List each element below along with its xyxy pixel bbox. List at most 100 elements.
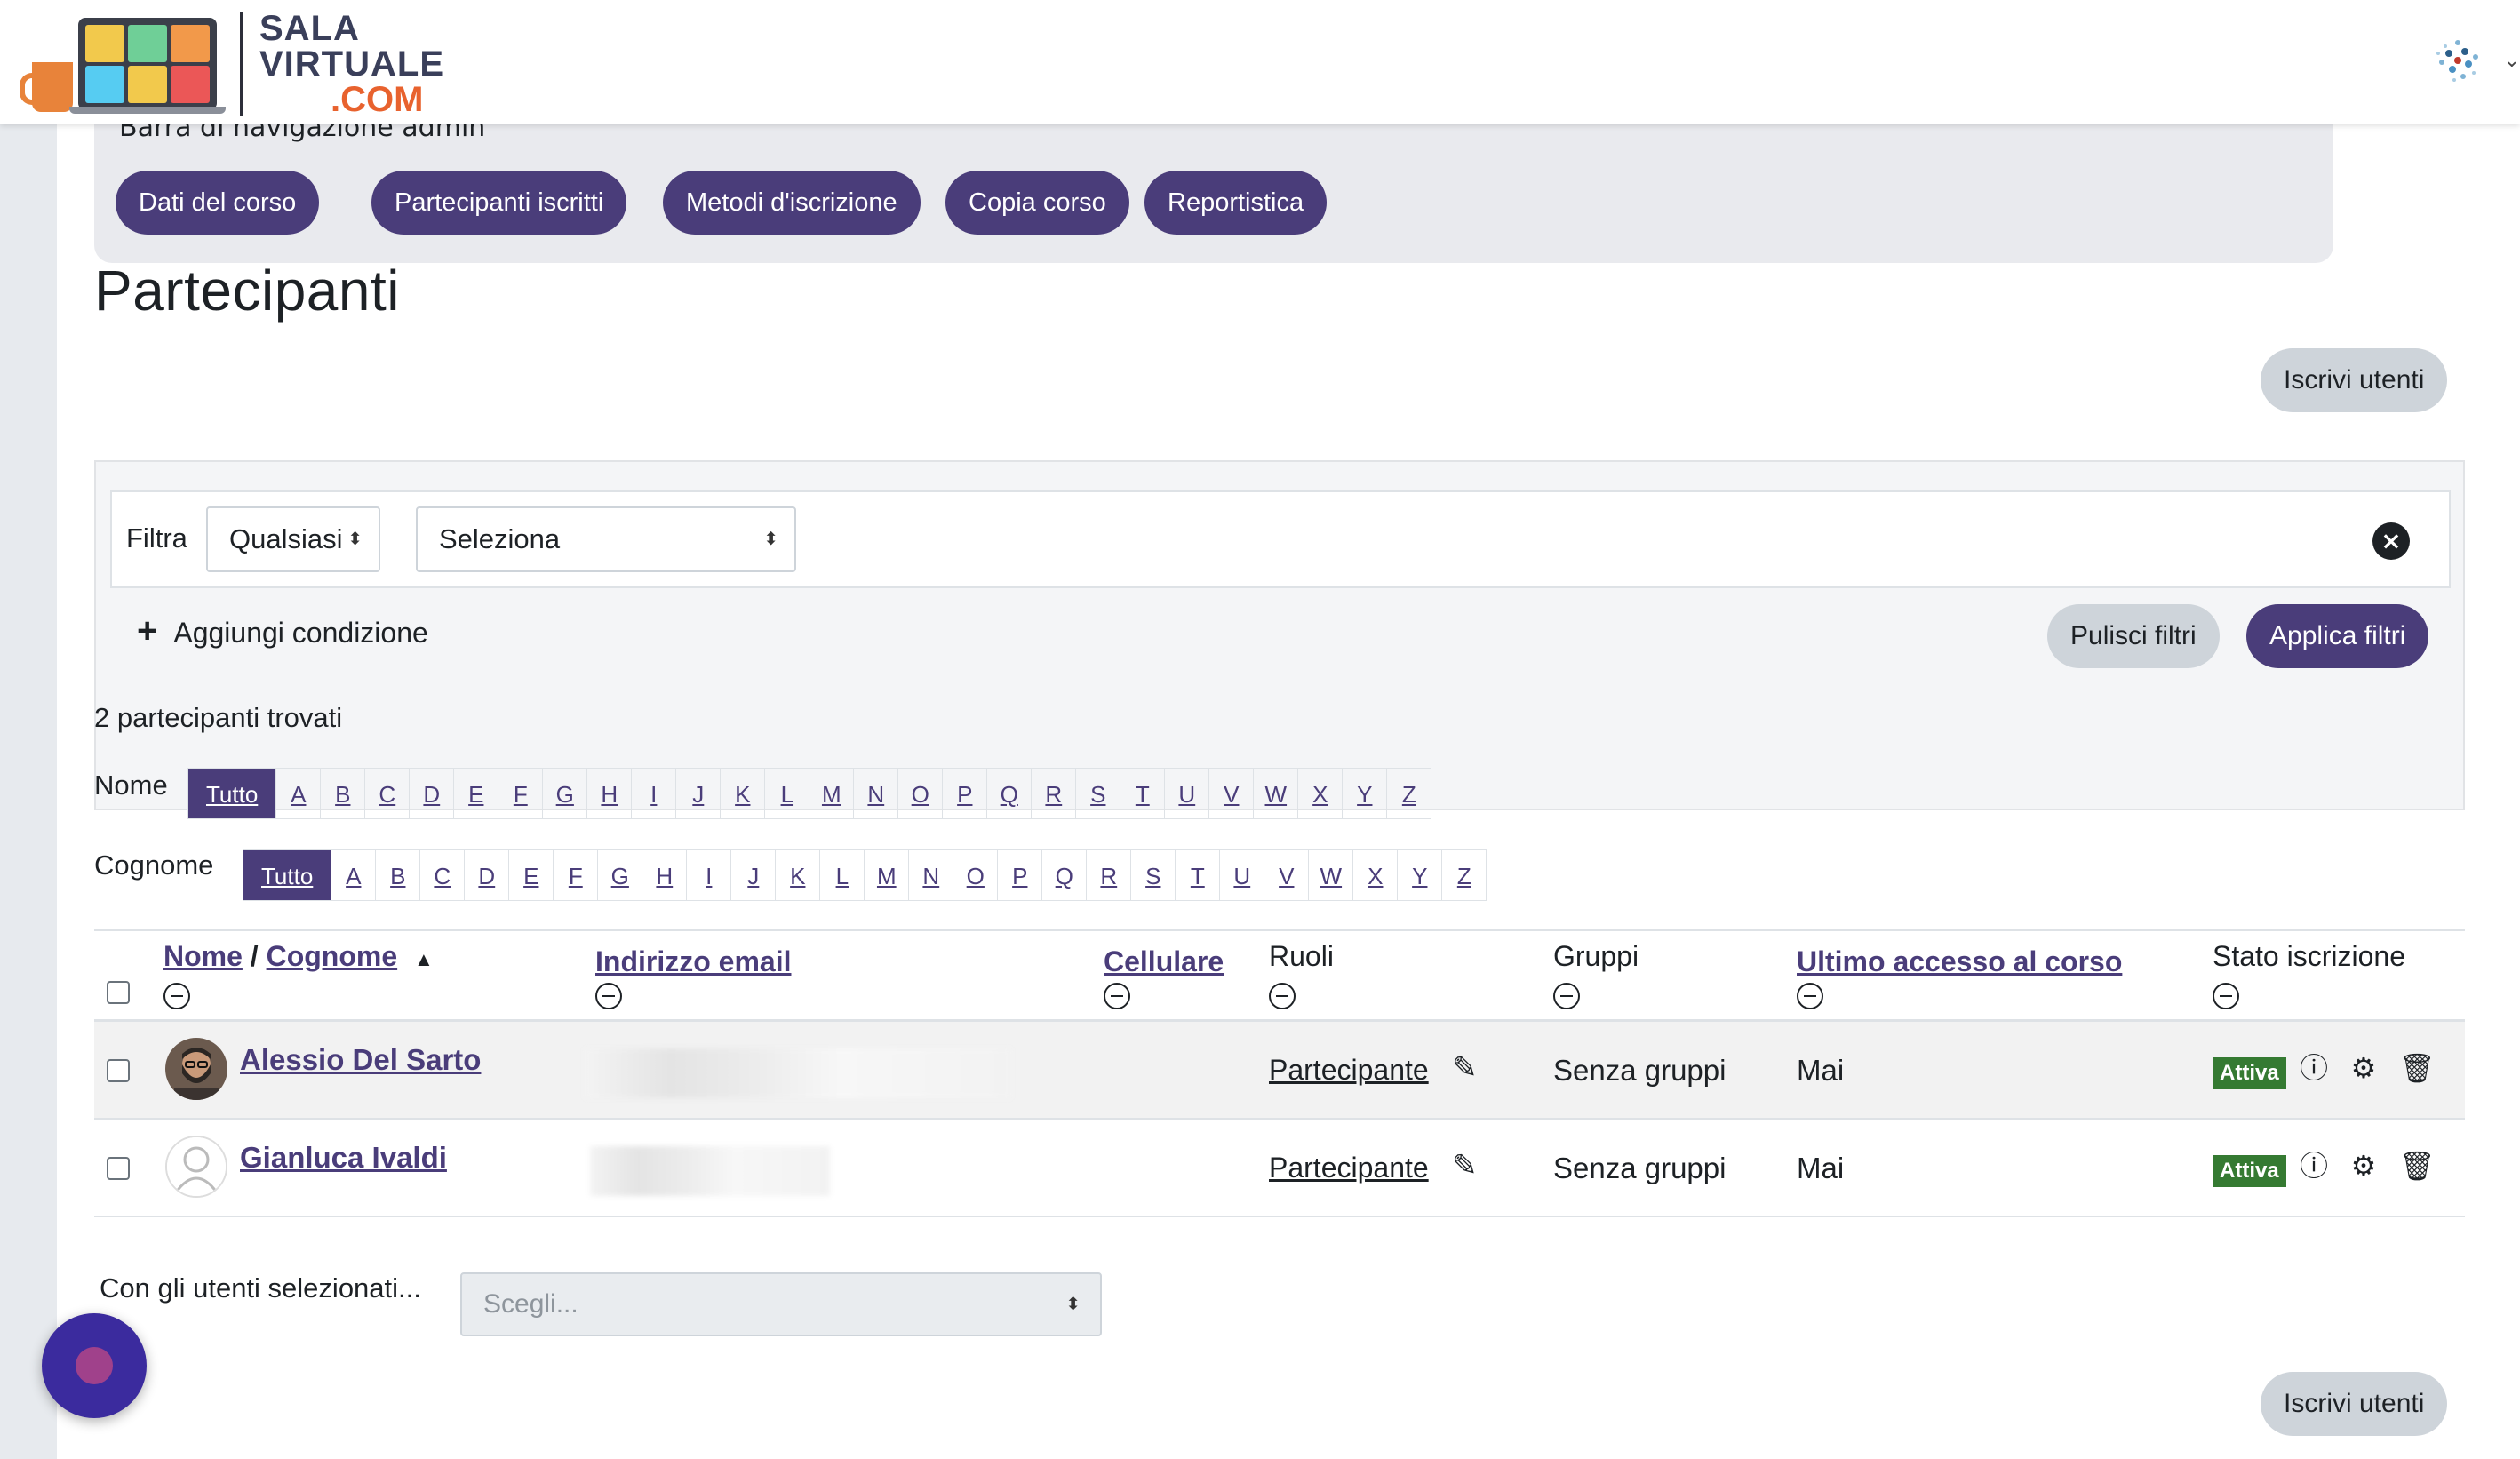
filter-match-select[interactable]: Qualsiasi ⬍ <box>206 506 380 572</box>
chat-widget-button[interactable] <box>42 1313 147 1418</box>
first-initial-letter-f[interactable]: F <box>498 768 544 819</box>
last-initial-letter-d[interactable]: D <box>464 849 510 901</box>
enrol-users-button-bottom[interactable]: Iscrivi utenti <box>2261 1372 2448 1436</box>
first-initial-letter-u[interactable]: U <box>1164 768 1210 819</box>
role-link[interactable]: Partecipante <box>1269 1054 1429 1087</box>
filter-type-select[interactable]: Seleziona ⬍ <box>416 506 796 572</box>
first-initial-letter-n[interactable]: N <box>853 768 899 819</box>
first-initial-letter-j[interactable]: J <box>675 768 722 819</box>
edit-pencil-icon[interactable]: ✎ <box>1452 1148 1478 1184</box>
nav-copy-course[interactable]: Copia corso <box>945 171 1129 235</box>
last-initial-letter-w[interactable]: W <box>1308 849 1354 901</box>
edit-pencil-icon[interactable]: ✎ <box>1452 1050 1478 1086</box>
enrol-users-button[interactable]: Iscrivi utenti <box>2261 348 2448 412</box>
collapse-column-icon[interactable] <box>1553 983 1580 1009</box>
gear-icon[interactable]: ⚙ <box>2348 1150 2380 1182</box>
last-initial-letter-v[interactable]: V <box>1264 849 1310 901</box>
nav-enrolled-participants[interactable]: Partecipanti iscritti <box>371 171 627 235</box>
first-initial-letter-e[interactable]: E <box>453 768 499 819</box>
first-initial-letter-o[interactable]: O <box>897 768 944 819</box>
first-initial-letter-r[interactable]: R <box>1031 768 1077 819</box>
sort-phone-link[interactable]: Cellulare <box>1104 945 1224 977</box>
first-initial-letter-v[interactable]: V <box>1208 768 1255 819</box>
last-initial-letter-u[interactable]: U <box>1219 849 1265 901</box>
nav-course-data[interactable]: Dati del corso <box>116 171 320 235</box>
first-initial-letter-k[interactable]: K <box>720 768 766 819</box>
trash-icon[interactable]: 🗑 <box>2399 1052 2436 1084</box>
sort-last-name-link[interactable]: Cognome <box>267 940 398 972</box>
select-all-checkbox[interactable] <box>107 981 130 1004</box>
trash-icon[interactable]: 🗑 <box>2399 1150 2436 1182</box>
role-link[interactable]: Partecipante <box>1269 1152 1429 1184</box>
gear-icon[interactable]: ⚙ <box>2348 1052 2380 1084</box>
first-initial-letter-h[interactable]: H <box>586 768 633 819</box>
last-initial-letter-h[interactable]: H <box>642 849 688 901</box>
first-initial-letter-a[interactable]: A <box>275 768 322 819</box>
first-initial-letter-p[interactable]: P <box>942 768 988 819</box>
first-initial-letter-x[interactable]: X <box>1297 768 1344 819</box>
last-initial-letter-y[interactable]: Y <box>1397 849 1443 901</box>
nav-reports[interactable]: Reportistica <box>1144 171 1328 235</box>
chevron-down-icon[interactable]: ⌄ <box>2504 50 2520 72</box>
last-initial-letter-i[interactable]: I <box>686 849 732 901</box>
info-icon[interactable]: ⓘ <box>2298 1150 2330 1182</box>
last-initial-letter-p[interactable]: P <box>997 849 1043 901</box>
avatar[interactable] <box>165 1038 227 1100</box>
remove-filter-icon[interactable]: × <box>2372 522 2410 560</box>
first-initial-letter-s[interactable]: S <box>1075 768 1121 819</box>
last-initial-letter-e[interactable]: E <box>508 849 554 901</box>
site-logo[interactable]: SALA VIRTUALE .COM <box>20 11 444 117</box>
clear-filters-button[interactable]: Pulisci filtri <box>2047 604 2220 668</box>
last-initial-letter-b[interactable]: B <box>375 849 421 901</box>
last-initial-letter-z[interactable]: Z <box>1441 849 1487 901</box>
first-initial-letter-d[interactable]: D <box>409 768 455 819</box>
apply-filters-button[interactable]: Applica filtri <box>2246 604 2429 668</box>
first-initial-letter-q[interactable]: Q <box>986 768 1033 819</box>
first-initial-letter-b[interactable]: B <box>320 768 366 819</box>
last-initial-letter-m[interactable]: M <box>864 849 910 901</box>
last-initial-letter-l[interactable]: L <box>819 849 865 901</box>
last-initial-letter-c[interactable]: C <box>419 849 466 901</box>
last-initial-letter-r[interactable]: R <box>1086 849 1132 901</box>
first-initial-letter-l[interactable]: L <box>764 768 810 819</box>
first-initial-letter-i[interactable]: I <box>631 768 677 819</box>
last-initial-letter-g[interactable]: G <box>597 849 643 901</box>
last-initial-letter-s[interactable]: S <box>1130 849 1176 901</box>
user-menu-avatar[interactable] <box>2431 34 2484 87</box>
first-initial-all[interactable]: Tutto <box>187 768 277 819</box>
first-initial-letter-c[interactable]: C <box>364 768 411 819</box>
collapse-column-icon[interactable] <box>1797 983 1823 1009</box>
collapse-column-icon[interactable] <box>1104 983 1130 1009</box>
last-initial-letter-x[interactable]: X <box>1352 849 1399 901</box>
sort-email-link[interactable]: Indirizzo email <box>595 945 791 977</box>
last-initial-letter-f[interactable]: F <box>553 849 599 901</box>
last-initial-all[interactable]: Tutto <box>243 849 332 901</box>
first-initial-letter-w[interactable]: W <box>1253 768 1299 819</box>
collapse-column-icon[interactable] <box>163 983 190 1009</box>
sort-last-access-link[interactable]: Ultimo accesso al corso <box>1797 945 2122 977</box>
collapse-column-icon[interactable] <box>2213 983 2239 1009</box>
row-checkbox[interactable] <box>107 1157 130 1180</box>
first-initial-letter-z[interactable]: Z <box>1386 768 1432 819</box>
last-initial-letter-q[interactable]: Q <box>1041 849 1088 901</box>
first-initial-letter-y[interactable]: Y <box>1342 768 1388 819</box>
last-initial-letter-j[interactable]: J <box>730 849 777 901</box>
last-initial-letter-o[interactable]: O <box>953 849 999 901</box>
collapse-column-icon[interactable] <box>1269 983 1296 1009</box>
user-name-link[interactable]: Gianluca Ivaldi <box>240 1141 447 1175</box>
avatar[interactable] <box>165 1136 227 1198</box>
first-initial-letter-g[interactable]: G <box>542 768 588 819</box>
nav-enrolment-methods[interactable]: Metodi d'iscrizione <box>663 171 921 235</box>
last-initial-letter-k[interactable]: K <box>775 849 821 901</box>
sort-first-name-link[interactable]: Nome <box>163 940 243 972</box>
last-initial-letter-n[interactable]: N <box>908 849 954 901</box>
first-initial-letter-t[interactable]: T <box>1120 768 1166 819</box>
info-icon[interactable]: ⓘ <box>2298 1052 2330 1084</box>
last-initial-letter-a[interactable]: A <box>331 849 377 901</box>
collapse-column-icon[interactable] <box>595 983 622 1009</box>
first-initial-letter-m[interactable]: M <box>809 768 855 819</box>
add-condition-button[interactable]: + Aggiungi condizione <box>137 611 428 651</box>
user-name-link[interactable]: Alessio Del Sarto <box>240 1043 481 1077</box>
bulk-action-select[interactable]: Scegli... ⬍ <box>460 1272 1102 1336</box>
row-checkbox[interactable] <box>107 1059 130 1082</box>
